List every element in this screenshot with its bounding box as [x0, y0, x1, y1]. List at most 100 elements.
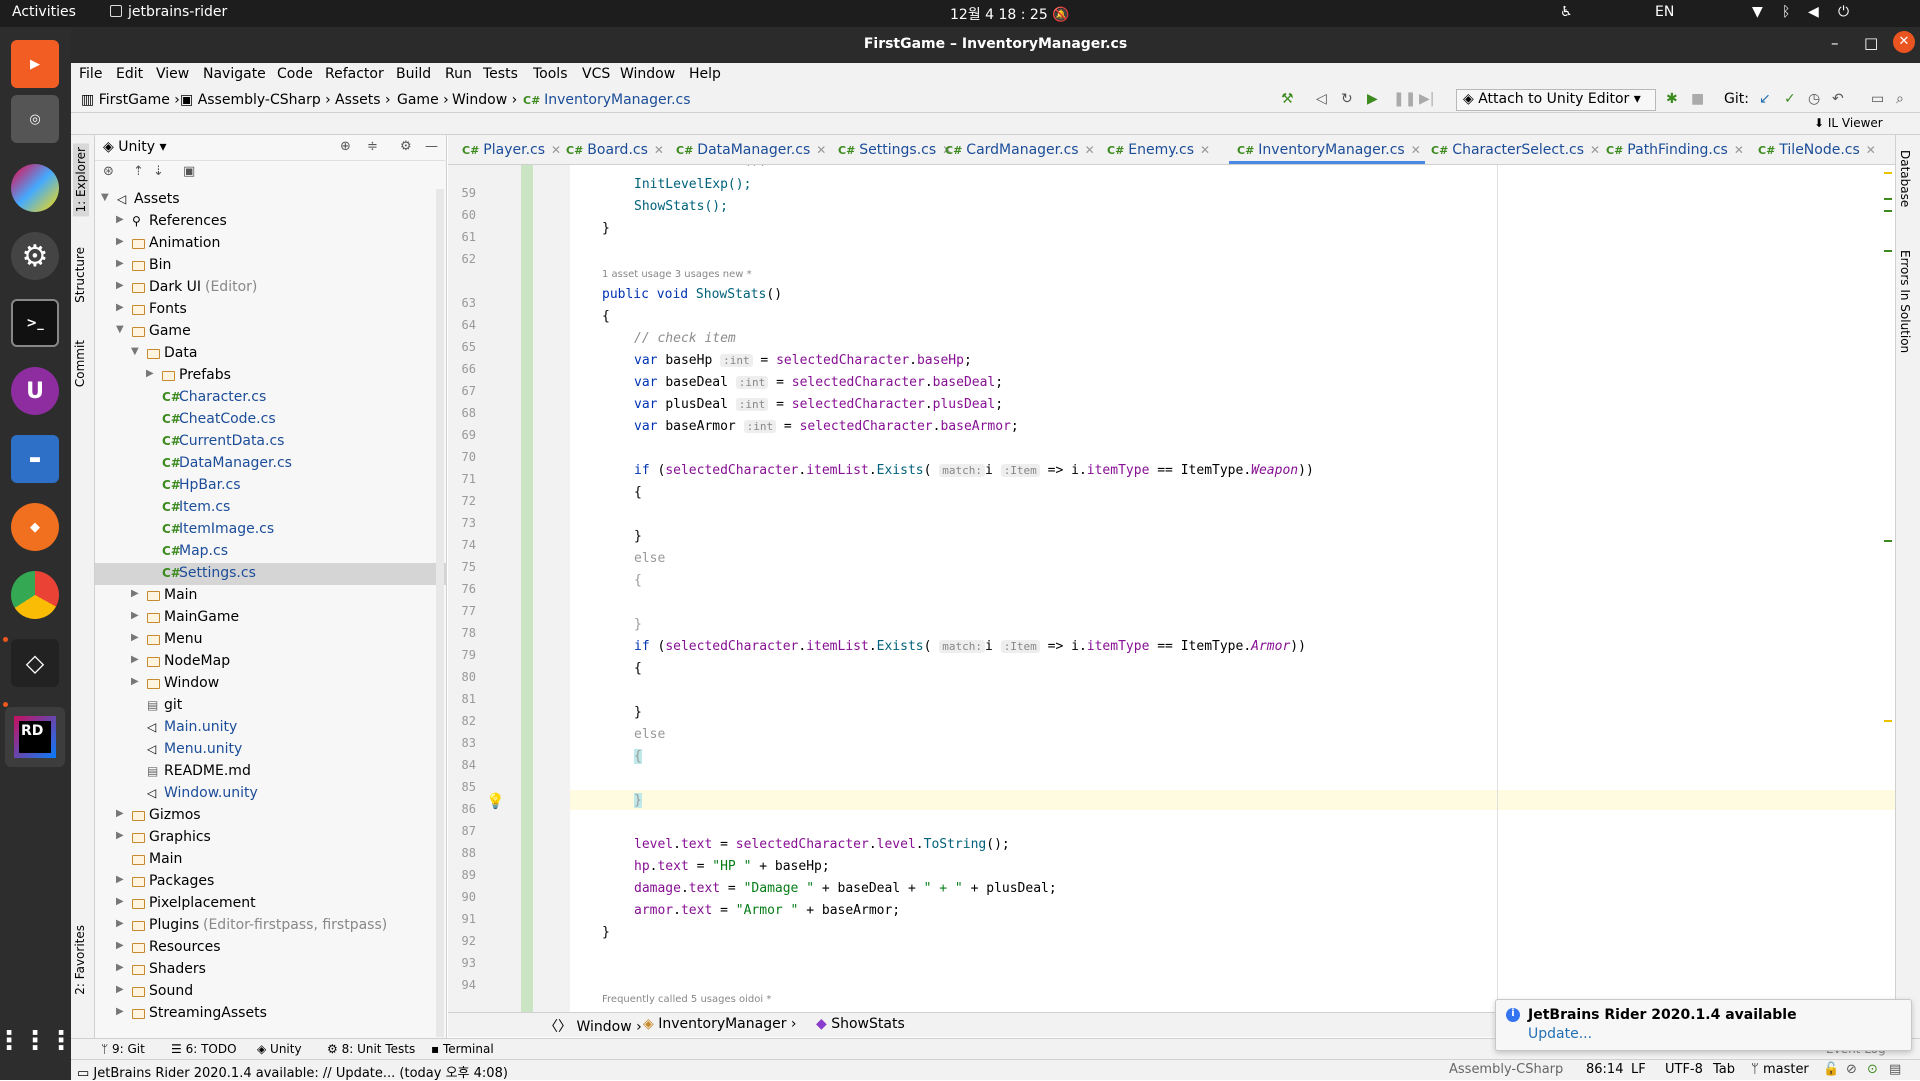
- git-history-icon[interactable]: ◷: [1808, 91, 1820, 107]
- power-icon[interactable]: ⏻: [1838, 4, 1849, 20]
- tree-item[interactable]: ▼ Data: [95, 343, 447, 365]
- menu-build[interactable]: Build: [396, 66, 431, 82]
- breadcrumb-window[interactable]: Window ›: [452, 92, 517, 108]
- gitkraken-launcher-icon[interactable]: ◆: [11, 503, 59, 551]
- change-marker[interactable]: [1884, 210, 1892, 212]
- git-tool-tab[interactable]: ᛘ 9: Git: [101, 1042, 145, 1056]
- tree-item[interactable]: ▶ Dark UI (Editor): [95, 277, 447, 299]
- menu-vcs[interactable]: VCS: [582, 66, 610, 82]
- tree-item[interactable]: ▶ Gizmos: [95, 805, 447, 827]
- status-project[interactable]: Assembly-CSharp: [1449, 1062, 1563, 1077]
- unity-launcher-icon[interactable]: ◇: [11, 639, 59, 687]
- tree-item[interactable]: C# CurrentData.cs: [95, 431, 447, 453]
- refresh-icon[interactable]: ↻: [1341, 91, 1353, 107]
- tree-item[interactable]: ▤ git: [95, 695, 447, 717]
- search-everywhere-icon[interactable]: ⌕: [1896, 91, 1904, 107]
- status-encoding[interactable]: UTF-8: [1665, 1062, 1703, 1077]
- line-number[interactable]: 88: [448, 846, 476, 860]
- tree-item[interactable]: ▶ NodeMap: [95, 651, 447, 673]
- line-number[interactable]: 67: [448, 384, 476, 398]
- vcs-change-marker[interactable]: [521, 165, 533, 1012]
- line-number[interactable]: 71: [448, 472, 476, 486]
- todo-tool-tab[interactable]: ☰ 6: TODO: [171, 1042, 237, 1056]
- locate-icon[interactable]: ⊕: [340, 139, 351, 154]
- explorer-side-tab[interactable]: 1: Explorer: [73, 143, 89, 217]
- memory-icon[interactable]: ▤: [1889, 1062, 1901, 1077]
- breadcrumb-game[interactable]: Game ›: [397, 92, 449, 108]
- line-number[interactable]: 85: [448, 780, 476, 794]
- line-number[interactable]: 60: [448, 208, 476, 222]
- lightbulb-icon[interactable]: 💡: [486, 792, 505, 810]
- line-number[interactable]: 89: [448, 868, 476, 882]
- chevron-right-icon[interactable]: ▶: [116, 1006, 124, 1017]
- close-tab-icon[interactable]: ✕: [1866, 143, 1876, 157]
- show-all-files-icon[interactable]: ⊛: [103, 164, 114, 179]
- line-number[interactable]: 77: [448, 604, 476, 618]
- status-message[interactable]: ▭ JetBrains Rider 2020.1.4 available: //…: [77, 1062, 508, 1081]
- chevron-right-icon[interactable]: ▶: [116, 830, 124, 841]
- favorites-side-tab[interactable]: 2: Favorites: [73, 925, 87, 995]
- line-number[interactable]: 73: [448, 516, 476, 530]
- language-indicator[interactable]: EN: [1655, 4, 1674, 20]
- line-number[interactable]: 82: [448, 714, 476, 728]
- gear-icon[interactable]: ⚙: [400, 139, 412, 154]
- accessibility-icon[interactable]: ♿: [1560, 4, 1573, 20]
- chevron-right-icon[interactable]: ▶: [116, 984, 124, 995]
- bluetooth-icon[interactable]: ᛒ: [1782, 4, 1790, 20]
- tree-item[interactable]: ▼ Game: [95, 321, 447, 343]
- tree-item[interactable]: ▶ Menu: [95, 629, 447, 651]
- clock[interactable]: 12월 4 18 : 25 🔕: [950, 4, 1070, 24]
- status-indent[interactable]: Tab: [1713, 1062, 1735, 1077]
- line-number[interactable]: 79: [448, 648, 476, 662]
- chevron-right-icon[interactable]: ▶: [116, 918, 124, 929]
- menu-help[interactable]: Help: [689, 66, 721, 82]
- database-side-tab[interactable]: Database: [1898, 150, 1912, 207]
- editor-tab[interactable]: C# DataManager.cs ✕: [676, 142, 826, 158]
- close-tab-icon[interactable]: ✕: [1734, 143, 1744, 157]
- tree-item[interactable]: C# DataManager.cs: [95, 453, 447, 475]
- terminal-tool-tab[interactable]: ▪ Terminal: [431, 1042, 494, 1056]
- explorer-view-selector[interactable]: ◈ Unity ▾: [103, 139, 167, 155]
- close-window-icon[interactable]: ✕: [1893, 31, 1915, 53]
- line-number[interactable]: 76: [448, 582, 476, 596]
- editor-tab[interactable]: C# Settings.cs ✕: [838, 142, 952, 158]
- line-number[interactable]: 75: [448, 560, 476, 574]
- menu-refactor[interactable]: Refactor: [325, 66, 384, 82]
- minimize-icon[interactable]: –: [1831, 34, 1839, 52]
- change-marker[interactable]: [1884, 540, 1892, 542]
- change-marker[interactable]: [1884, 198, 1892, 200]
- chevron-right-icon[interactable]: ▶: [116, 302, 124, 313]
- collapse-all-icon[interactable]: ≑: [367, 139, 378, 154]
- screenshot-launcher-icon[interactable]: ◎: [11, 95, 59, 143]
- menu-view[interactable]: View: [156, 66, 189, 82]
- line-number[interactable]: 59: [448, 186, 476, 200]
- tree-item[interactable]: ▤ README.md: [95, 761, 447, 783]
- line-number[interactable]: 87: [448, 824, 476, 838]
- line-number[interactable]: 65: [448, 340, 476, 354]
- settings-launcher-icon[interactable]: ⚙: [11, 232, 59, 280]
- close-tab-icon[interactable]: ✕: [1085, 143, 1095, 157]
- chevron-right-icon[interactable]: ▶: [116, 940, 124, 951]
- editor-tab[interactable]: C# CharacterSelect.cs ✕: [1431, 142, 1600, 158]
- unit-tests-tool-tab[interactable]: ⚙ 8: Unit Tests: [327, 1042, 415, 1056]
- nav-method[interactable]: ◆ ShowStats: [816, 1016, 905, 1032]
- inspection-icon[interactable]: ⊘: [1846, 1062, 1857, 1077]
- step-icon[interactable]: ▶|: [1419, 91, 1434, 107]
- status-position[interactable]: 86:14: [1586, 1062, 1623, 1077]
- menu-code[interactable]: Code: [277, 66, 313, 82]
- line-number[interactable]: 91: [448, 912, 476, 926]
- close-tab-icon[interactable]: ✕: [1411, 143, 1421, 157]
- line-number[interactable]: 66: [448, 362, 476, 376]
- chevron-right-icon[interactable]: ▶: [116, 258, 124, 269]
- active-app-menu[interactable]: jetbrains-rider: [110, 4, 227, 20]
- maximize-icon[interactable]: □: [1864, 34, 1878, 52]
- debug-icon[interactable]: ✱: [1666, 91, 1678, 107]
- chevron-right-icon[interactable]: ▶: [131, 588, 139, 599]
- terminal-launcher-icon[interactable]: >_: [11, 299, 59, 347]
- menu-run[interactable]: Run: [445, 66, 472, 82]
- status-branch[interactable]: ᛘ master: [1751, 1062, 1809, 1077]
- editor-tab[interactable]: C# Enemy.cs ✕: [1107, 142, 1210, 158]
- errors-side-tab[interactable]: Errors In Solution: [1898, 250, 1912, 353]
- tree-item[interactable]: ▶ Window: [95, 673, 447, 695]
- tree-item[interactable]: C# Item.cs: [95, 497, 447, 519]
